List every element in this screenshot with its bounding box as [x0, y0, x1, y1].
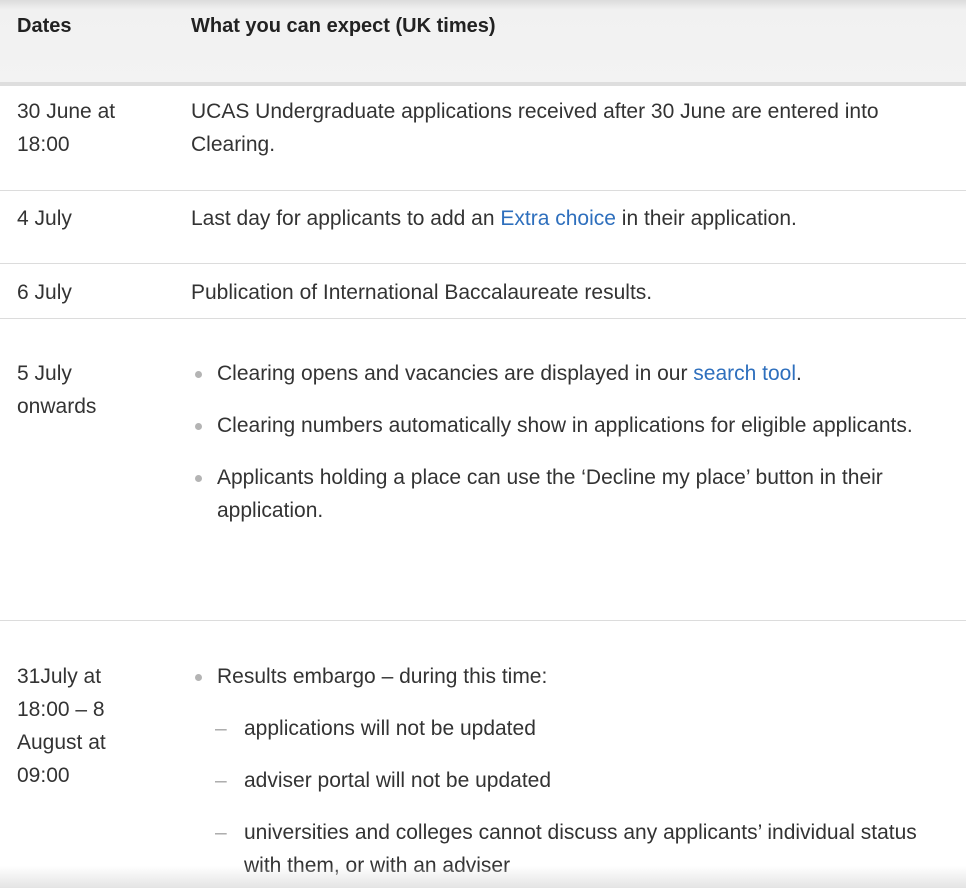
- text-segment: Last day for applicants to add an: [191, 207, 501, 230]
- dash-icon: –: [215, 821, 227, 844]
- date-line: onwards: [17, 395, 97, 418]
- bullet-icon: [195, 423, 202, 430]
- sub-list-item: – adviser portal will not be updated: [191, 764, 951, 797]
- row-date: 31July at 18:00 – 8 August at 09:00: [17, 660, 177, 792]
- bullet-icon: [195, 371, 202, 378]
- table-row: 5 July onwards Clearing opens and vacanc…: [0, 319, 966, 621]
- text-segment: in their application.: [615, 207, 797, 230]
- date-line: 4 July: [17, 207, 72, 230]
- bullet-icon: [195, 475, 202, 482]
- row-description: Last day for applicants to add an Extra …: [191, 202, 951, 235]
- header-expect: What you can expect (UK times): [191, 15, 496, 37]
- list-item: Clearing opens and vacancies are display…: [191, 357, 951, 390]
- table-row: 6 July Publication of International Bacc…: [0, 264, 966, 319]
- date-line: 18:00: [17, 133, 70, 156]
- date-line: 30 June at: [17, 100, 116, 123]
- table-row: 30 June at 18:00 UCAS Undergraduate appl…: [0, 86, 966, 191]
- dash-icon: –: [215, 717, 227, 740]
- bottom-fade: [0, 866, 966, 888]
- date-line: 31July at: [17, 665, 102, 688]
- date-line: 09:00: [17, 764, 70, 787]
- list-item-text: Clearing numbers automatically show in a…: [217, 414, 913, 437]
- row-date: 6 July: [17, 276, 177, 309]
- search-tool-link[interactable]: search tool: [693, 362, 796, 385]
- text-segment: Clearing opens and vacancies are display…: [217, 362, 694, 385]
- date-line: 5 July: [17, 362, 72, 385]
- bullet-icon: [195, 674, 202, 681]
- bullet-list: Clearing opens and vacancies are display…: [191, 357, 951, 527]
- date-line: August at: [17, 731, 106, 754]
- sub-list-item-text: applications will not be updated: [244, 717, 536, 740]
- list-item-text: Results embargo – during this time:: [217, 665, 548, 688]
- text-segment: .: [796, 362, 802, 385]
- row-date: 5 July onwards: [17, 357, 177, 423]
- sub-list: – applications will not be updated – adv…: [191, 712, 951, 882]
- header-dates: Dates: [17, 15, 72, 37]
- sub-list-item-text: adviser portal will not be updated: [244, 769, 552, 792]
- bullet-list: Results embargo – during this time: – ap…: [191, 660, 951, 882]
- table-row: 31July at 18:00 – 8 August at 09:00 Resu…: [0, 621, 966, 888]
- row-description: Results embargo – during this time: – ap…: [191, 660, 951, 888]
- list-item: Applicants holding a place can use the ‘…: [191, 461, 951, 527]
- table-row: 4 July Last day for applicants to add an…: [0, 191, 966, 264]
- sub-list-item: – applications will not be updated: [191, 712, 951, 745]
- row-description: UCAS Undergraduate applications received…: [191, 100, 879, 156]
- table-header: Dates What you can expect (UK times): [0, 0, 966, 86]
- date-line: 18:00 – 8: [17, 698, 105, 721]
- list-item: Clearing numbers automatically show in a…: [191, 409, 951, 442]
- list-item: Results embargo – during this time: – ap…: [191, 660, 951, 882]
- row-description: Publication of International Baccalaurea…: [191, 281, 653, 304]
- row-date: 4 July: [17, 202, 177, 235]
- row-description: Clearing opens and vacancies are display…: [191, 357, 951, 546]
- row-date: 30 June at 18:00: [17, 95, 177, 161]
- date-line: 6 July: [17, 281, 72, 304]
- list-item-text: Applicants holding a place can use the ‘…: [217, 466, 883, 522]
- extra-choice-link[interactable]: Extra choice: [500, 207, 616, 230]
- dash-icon: –: [215, 769, 227, 792]
